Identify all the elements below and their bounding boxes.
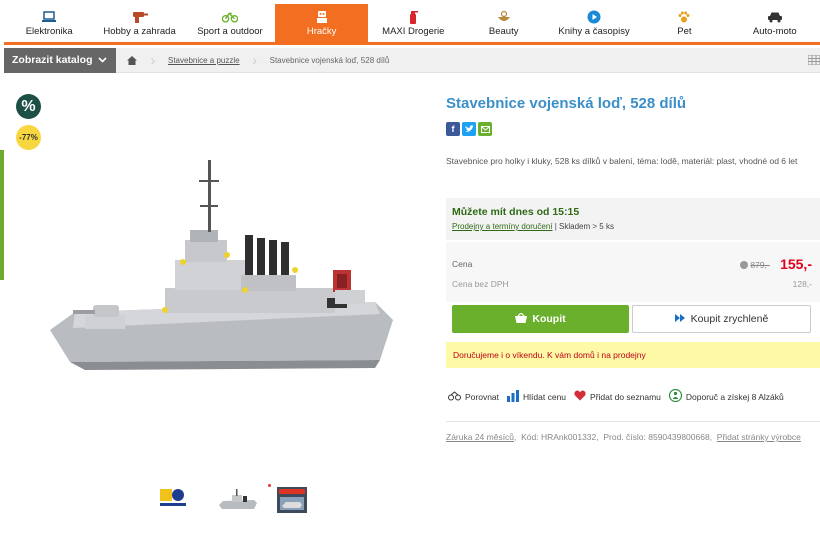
- chevron-down-icon: [98, 54, 107, 66]
- basket-icon: [515, 311, 528, 326]
- nav-item-elektronika[interactable]: Elektronika: [4, 4, 94, 42]
- availability-detail: Prodejny a termíny doručení | Skladem > …: [452, 222, 814, 231]
- availability-headline: Můžete mít dnes od 15:15: [452, 206, 580, 218]
- email-icon[interactable]: [478, 122, 492, 136]
- nav-item-beauty[interactable]: Beauty: [459, 4, 549, 42]
- breadcrumb: › Stavebnice a puzzle › Stavebnice vojen…: [116, 48, 399, 73]
- discount-badge: -77%: [16, 125, 41, 150]
- divider: [446, 421, 820, 422]
- home-icon[interactable]: [116, 48, 148, 73]
- buy-button[interactable]: Koupit: [452, 305, 629, 333]
- availability-box: Můžete mít dnes od 15:15 Prodejny a term…: [446, 198, 820, 240]
- category-nav: Elektronika Hobby a zahrada Sport a outd…: [4, 4, 820, 45]
- product-meta: Záruka 24 měsíců, Kód: HRAnk001332, Prod…: [446, 432, 801, 442]
- nav-item-label: Elektronika: [25, 25, 73, 37]
- price-without-vat: 128,-: [792, 279, 812, 289]
- nav-item-label: Sport a outdoor: [197, 25, 263, 37]
- product-image[interactable]: [45, 150, 395, 380]
- compare-action[interactable]: Porovnat: [448, 390, 500, 403]
- discount-percent-badge: %: [16, 94, 41, 119]
- add-to-list-label: Přidat do seznamu: [590, 391, 661, 402]
- drill-icon: [132, 10, 148, 24]
- scales-icon: [448, 390, 461, 403]
- product-code: Kód: HRAnk001332: [521, 432, 597, 442]
- bar-chart-icon: [507, 389, 520, 404]
- show-catalog-button[interactable]: Zobrazit katalog: [4, 47, 116, 73]
- car-icon: [767, 10, 783, 24]
- product-description: Stavebnice pro holky i kluky, 528 ks díl…: [446, 156, 798, 166]
- thumbnail-indicator: [268, 484, 271, 487]
- nav-item-label: Beauty: [488, 25, 519, 37]
- price-label: Cena: [452, 259, 473, 269]
- nav-item-pet[interactable]: Pet: [639, 4, 729, 42]
- nav-item-hracky[interactable]: Hračky: [275, 4, 369, 42]
- price-without-vat-row: Cena bez DPH 128,-: [452, 279, 812, 289]
- product-actions: Porovnat Hlídat cenu Přidat do seznamu D…: [448, 388, 792, 404]
- warranty-link[interactable]: Záruka 24 měsíců: [446, 432, 514, 442]
- beauty-bowl-icon: [496, 10, 512, 24]
- price-row: Cena 879,- 155,-: [452, 256, 812, 272]
- thumbnail-ship[interactable]: [218, 487, 258, 516]
- manufacturer-page-link[interactable]: Přidat stránky výrobce: [717, 432, 801, 442]
- watch-price-label: Hlídat cenu: [523, 391, 567, 402]
- watch-price-action[interactable]: Hlídat cenu: [507, 389, 567, 404]
- breadcrumb-separator: ›: [252, 52, 257, 68]
- heart-icon: [574, 390, 586, 403]
- nav-item-label: Hobby a zahrada: [103, 25, 176, 37]
- nav-item-knihy[interactable]: Knihy a časopisy: [549, 4, 639, 42]
- quick-buy-label: Koupit zrychleně: [690, 313, 769, 325]
- recommend-action[interactable]: Doporuč a získej 8 Alzáků: [668, 388, 784, 404]
- laptop-icon: [41, 10, 57, 24]
- paw-icon: [676, 10, 692, 24]
- thumbnail-box[interactable]: [276, 486, 308, 517]
- nav-item-sport[interactable]: Sport a outdoor: [185, 4, 275, 42]
- breadcrumb-link[interactable]: Stavebnice a puzzle: [158, 56, 250, 65]
- info-icon[interactable]: [740, 261, 749, 269]
- bicycle-icon: [221, 10, 238, 24]
- stock-status: | Skladem > 5 ks: [552, 222, 614, 231]
- recommend-label: Doporuč a získej 8 Alzáků: [685, 391, 784, 402]
- price-without-vat-label: Cena bez DPH: [452, 279, 509, 289]
- add-to-list-action[interactable]: Přidat do seznamu: [574, 390, 661, 403]
- quick-buy-button[interactable]: Koupit zrychleně: [632, 305, 811, 333]
- facebook-icon[interactable]: f: [446, 122, 460, 136]
- price-box: Cena 879,- 155,- Cena bez DPH 128,-: [446, 242, 820, 302]
- nav-item-label: Hračky: [306, 25, 337, 37]
- grid-icon[interactable]: [807, 54, 820, 66]
- current-price: 155,-: [780, 256, 812, 272]
- delivery-terms-link[interactable]: Prodejny a termíny doručení: [452, 222, 553, 231]
- share-buttons: f: [446, 122, 492, 136]
- old-price: 879,-: [740, 260, 770, 270]
- price-values: 879,- 155,-: [740, 256, 812, 272]
- twitter-icon[interactable]: [462, 122, 476, 136]
- nav-item-label: Auto-moto: [752, 25, 797, 37]
- robot-icon: [314, 10, 330, 24]
- breadcrumb-current: Stavebnice vojenská loď, 528 dílů: [269, 55, 390, 65]
- part-number: Prod. číslo: 8590439800668: [603, 432, 710, 442]
- fast-forward-icon: [674, 313, 686, 325]
- catalog-bar: Zobrazit katalog › Stavebnice a puzzle ›…: [4, 47, 820, 73]
- breadcrumb-separator: ›: [150, 52, 156, 68]
- nav-item-label: MAXI Drogerie: [382, 25, 445, 37]
- nav-item-automoto[interactable]: Auto-moto: [730, 4, 820, 42]
- product-title: Stavebnice vojenská loď, 528 dílů: [446, 95, 687, 112]
- thumbnail-brand-logo[interactable]: [158, 487, 188, 512]
- compare-label: Porovnat: [465, 391, 500, 402]
- buy-button-label: Koupit: [532, 313, 566, 325]
- weekend-delivery-note: Doručujeme i o víkendu. K vám domů i na …: [446, 342, 820, 368]
- nav-item-hobby[interactable]: Hobby a zahrada: [94, 4, 184, 42]
- recommend-icon: [668, 388, 683, 404]
- old-price-value: 879,-: [750, 260, 770, 270]
- nav-item-drogerie[interactable]: MAXI Drogerie: [368, 4, 458, 42]
- nav-item-label: Knihy a časopisy: [558, 25, 630, 37]
- play-icon: [586, 10, 602, 24]
- nav-item-label: Pet: [677, 25, 692, 37]
- spray-bottle-icon: [405, 10, 421, 24]
- show-catalog-label: Zobrazit katalog: [12, 54, 93, 66]
- page-edge-accent: [0, 150, 4, 280]
